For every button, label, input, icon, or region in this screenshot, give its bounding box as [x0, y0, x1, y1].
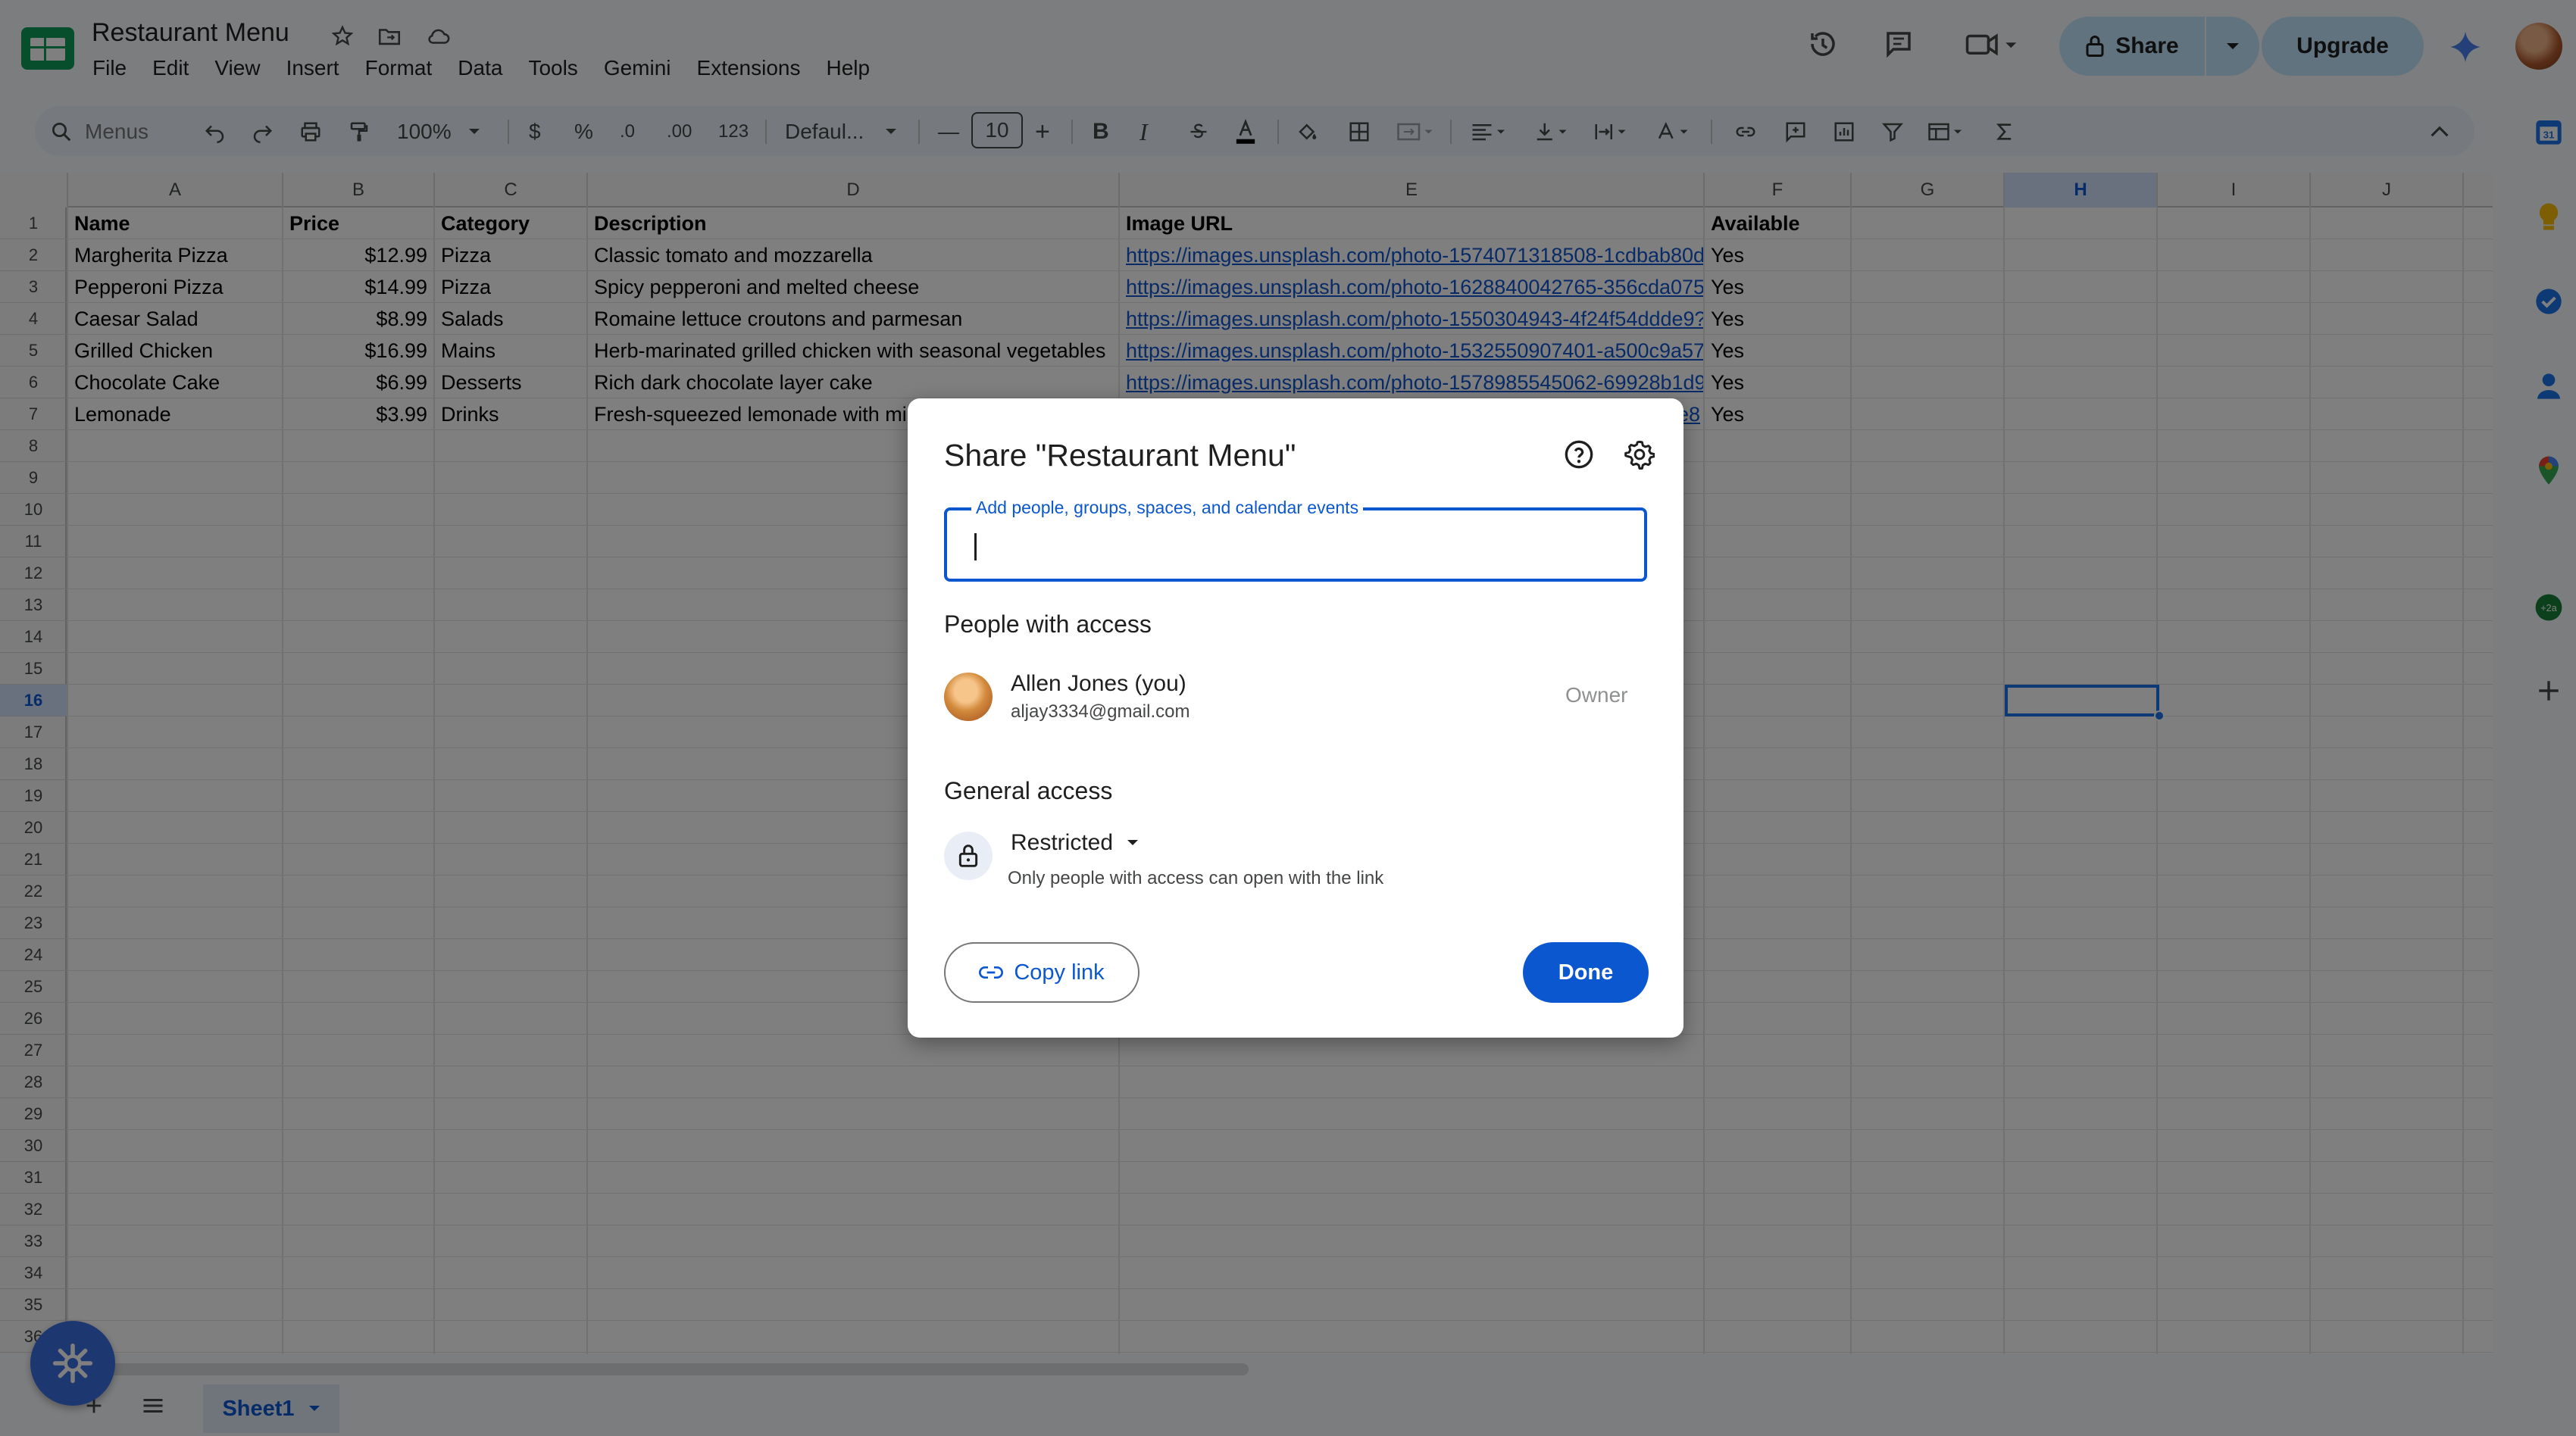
text-caret [974, 533, 977, 560]
general-access-heading: General access [944, 777, 1113, 804]
person-role: Owner [1565, 683, 1628, 707]
access-description: Only people with access can open with th… [1008, 868, 1384, 888]
people-with-access-heading: People with access [944, 610, 1152, 638]
dialog-title: Share "Restaurant Menu" [944, 438, 1296, 473]
lock-icon [944, 832, 993, 880]
caret-down-icon [1127, 839, 1139, 847]
link-icon [979, 965, 1004, 980]
access-level-label: Restricted [1011, 830, 1114, 855]
add-people-input[interactable]: Add people, groups, spaces, and calendar… [944, 498, 1647, 582]
person-name: Allen Jones (you) [1011, 671, 1186, 696]
share-dialog: Share "Restaurant Menu" Add people, grou… [908, 398, 1683, 1038]
add-people-label: Add people, groups, spaces, and calendar… [971, 498, 1364, 518]
person-avatar [944, 673, 993, 721]
done-button[interactable]: Done [1523, 942, 1649, 1003]
general-access-dropdown[interactable]: Restricted [1011, 830, 1139, 856]
settings-gear-icon[interactable] [1623, 438, 1656, 471]
help-icon[interactable] [1562, 438, 1596, 471]
person-email: aljay3334@gmail.com [1011, 701, 1190, 722]
copy-link-button[interactable]: Copy link [944, 942, 1140, 1003]
copy-link-label: Copy link [1014, 960, 1105, 985]
